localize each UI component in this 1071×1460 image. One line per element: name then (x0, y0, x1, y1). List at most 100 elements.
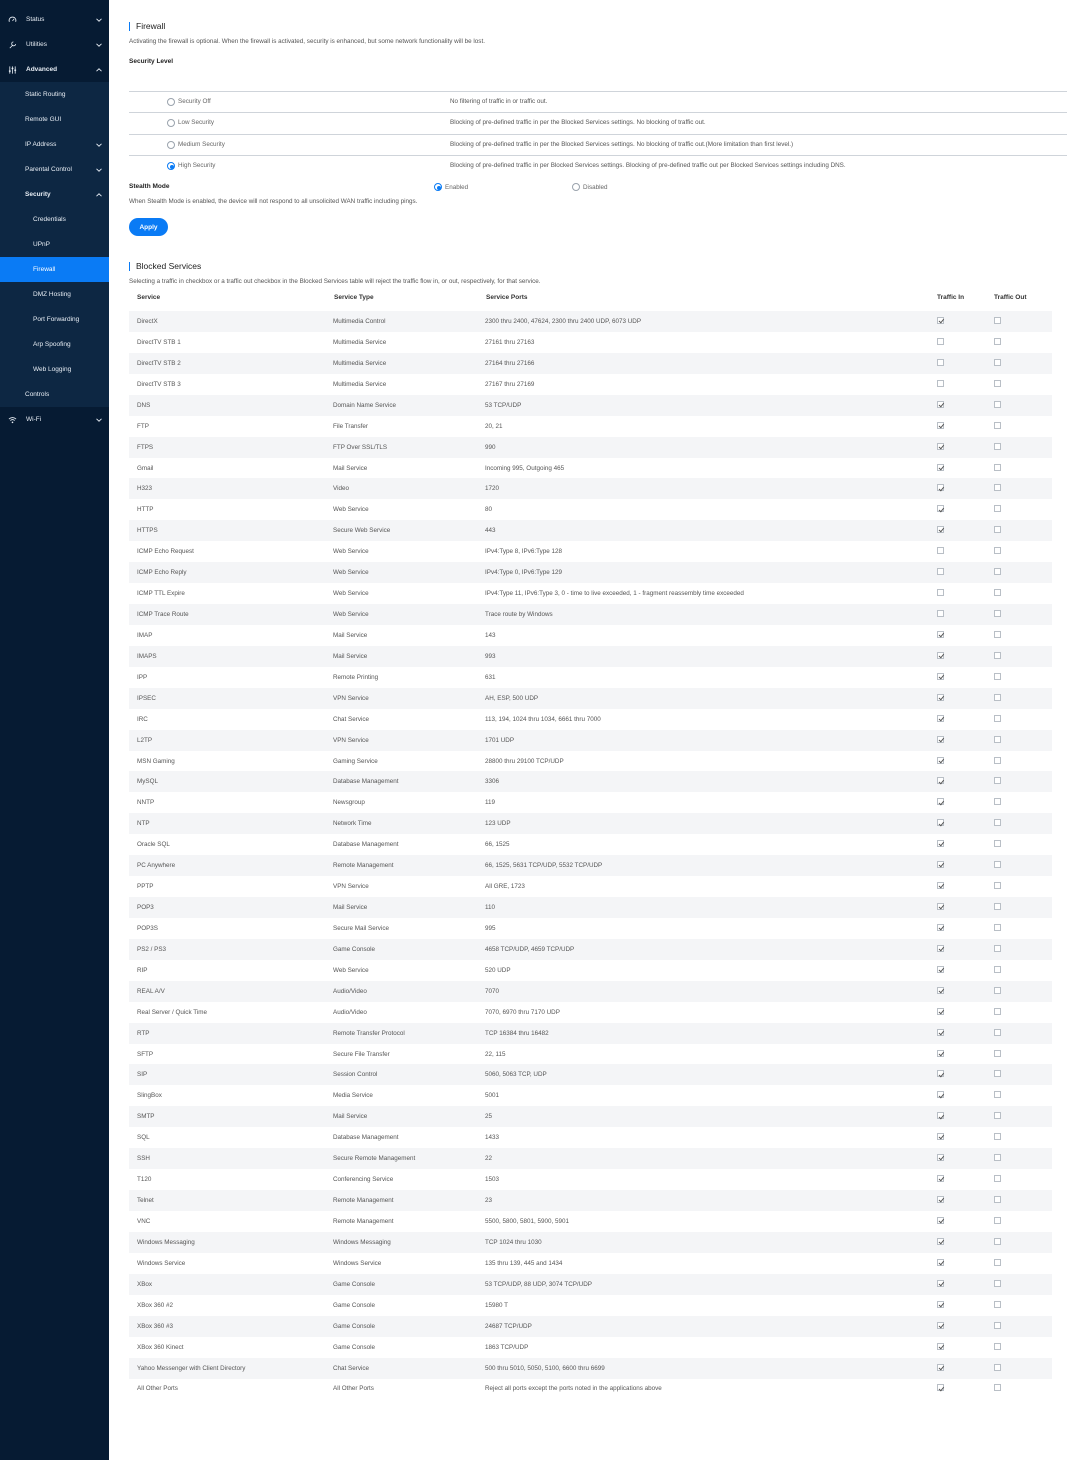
traffic-in-checkbox[interactable] (937, 1216, 944, 1224)
traffic-out-checkbox[interactable] (994, 1258, 1001, 1266)
traffic-out-checkbox[interactable] (994, 1133, 1001, 1141)
traffic-out-checkbox[interactable] (994, 589, 1001, 597)
traffic-out-checkbox[interactable] (994, 1007, 1001, 1015)
traffic-in-checkbox[interactable] (937, 756, 944, 764)
security-level-low-row[interactable]: Low Security Blocking of pre-defined tra… (129, 112, 1067, 133)
traffic-in-checkbox[interactable] (937, 1028, 944, 1036)
traffic-in-checkbox[interactable] (937, 1091, 944, 1099)
sidebar-item-upnp[interactable]: UPnP (0, 232, 109, 257)
high-security-radio[interactable] (167, 162, 175, 170)
traffic-out-checkbox[interactable] (994, 568, 1001, 576)
sidebar-item-arp-spoofing[interactable]: Arp Spoofing (0, 332, 109, 357)
traffic-in-checkbox[interactable] (937, 421, 944, 429)
security-level-off-row[interactable]: Security Off No filtering of traffic in … (129, 91, 1067, 112)
sidebar-item-controls[interactable]: Controls (0, 382, 109, 407)
traffic-in-checkbox[interactable] (937, 672, 944, 680)
traffic-in-checkbox[interactable] (937, 358, 944, 366)
traffic-out-checkbox[interactable] (994, 840, 1001, 848)
traffic-in-checkbox[interactable] (937, 400, 944, 408)
sidebar-item-status[interactable]: Status (0, 7, 109, 32)
traffic-in-checkbox[interactable] (937, 589, 944, 597)
security-off-radio[interactable] (167, 98, 175, 106)
traffic-out-checkbox[interactable] (994, 777, 1001, 785)
traffic-in-checkbox[interactable] (937, 1258, 944, 1266)
low-security-radio[interactable] (167, 119, 175, 127)
traffic-out-checkbox[interactable] (994, 1237, 1001, 1245)
traffic-out-checkbox[interactable] (994, 421, 1001, 429)
traffic-out-checkbox[interactable] (994, 965, 1001, 973)
traffic-out-checkbox[interactable] (994, 400, 1001, 408)
traffic-in-checkbox[interactable] (937, 965, 944, 973)
traffic-in-checkbox[interactable] (937, 651, 944, 659)
traffic-in-checkbox[interactable] (937, 1070, 944, 1078)
sidebar-item-ip-address[interactable]: IP Address (0, 132, 109, 157)
sidebar-item-static-routing[interactable]: Static Routing (0, 82, 109, 107)
traffic-out-checkbox[interactable] (994, 1384, 1001, 1392)
traffic-out-checkbox[interactable] (994, 630, 1001, 638)
security-level-high-row[interactable]: High Security Blocking of pre-defined tr… (129, 155, 1067, 176)
sidebar-item-port-forwarding[interactable]: Port Forwarding (0, 307, 109, 332)
sidebar-item-dmz-hosting[interactable]: DMZ Hosting (0, 282, 109, 307)
traffic-in-checkbox[interactable] (937, 1049, 944, 1057)
traffic-in-checkbox[interactable] (937, 568, 944, 576)
traffic-in-checkbox[interactable] (937, 442, 944, 450)
traffic-in-checkbox[interactable] (937, 547, 944, 555)
traffic-in-checkbox[interactable] (937, 1133, 944, 1141)
traffic-out-checkbox[interactable] (994, 442, 1001, 450)
traffic-in-checkbox[interactable] (937, 714, 944, 722)
traffic-out-checkbox[interactable] (994, 1091, 1001, 1099)
traffic-out-checkbox[interactable] (994, 944, 1001, 952)
traffic-out-checkbox[interactable] (994, 798, 1001, 806)
sidebar-item-remote-gui[interactable]: Remote GUI (0, 107, 109, 132)
stealth-disabled-radio[interactable] (572, 183, 580, 191)
traffic-out-checkbox[interactable] (994, 1300, 1001, 1308)
traffic-in-checkbox[interactable] (937, 505, 944, 513)
sidebar-item-advanced[interactable]: Advanced (0, 57, 109, 82)
traffic-out-checkbox[interactable] (994, 735, 1001, 743)
traffic-in-checkbox[interactable] (937, 1342, 944, 1350)
traffic-in-checkbox[interactable] (937, 819, 944, 827)
traffic-in-checkbox[interactable] (937, 1300, 944, 1308)
traffic-out-checkbox[interactable] (994, 463, 1001, 471)
traffic-out-checkbox[interactable] (994, 1028, 1001, 1036)
traffic-in-checkbox[interactable] (937, 1279, 944, 1287)
traffic-out-checkbox[interactable] (994, 1363, 1001, 1371)
traffic-out-checkbox[interactable] (994, 693, 1001, 701)
traffic-in-checkbox[interactable] (937, 630, 944, 638)
sidebar-item-credentials[interactable]: Credentials (0, 207, 109, 232)
traffic-in-checkbox[interactable] (937, 777, 944, 785)
traffic-out-checkbox[interactable] (994, 1342, 1001, 1350)
apply-button[interactable]: Apply (129, 218, 168, 236)
traffic-out-checkbox[interactable] (994, 1279, 1001, 1287)
traffic-in-checkbox[interactable] (937, 986, 944, 994)
sidebar-item-utilities[interactable]: Utilities (0, 32, 109, 57)
traffic-out-checkbox[interactable] (994, 672, 1001, 680)
traffic-in-checkbox[interactable] (937, 693, 944, 701)
stealth-enabled-radio[interactable] (434, 183, 442, 191)
traffic-in-checkbox[interactable] (937, 1196, 944, 1204)
traffic-in-checkbox[interactable] (937, 526, 944, 534)
traffic-in-checkbox[interactable] (937, 861, 944, 869)
sidebar-item-wifi[interactable]: Wi-Fi (0, 407, 109, 432)
traffic-in-checkbox[interactable] (937, 735, 944, 743)
traffic-in-checkbox[interactable] (937, 610, 944, 618)
traffic-out-checkbox[interactable] (994, 756, 1001, 764)
security-level-medium-row[interactable]: Medium Security Blocking of pre-defined … (129, 134, 1067, 155)
traffic-out-checkbox[interactable] (994, 317, 1001, 324)
traffic-in-checkbox[interactable] (937, 1384, 944, 1392)
traffic-in-checkbox[interactable] (937, 944, 944, 952)
traffic-out-checkbox[interactable] (994, 1112, 1001, 1120)
traffic-out-checkbox[interactable] (994, 1154, 1001, 1162)
traffic-in-checkbox[interactable] (937, 1175, 944, 1183)
traffic-out-checkbox[interactable] (994, 1216, 1001, 1224)
traffic-in-checkbox[interactable] (937, 1007, 944, 1015)
traffic-out-checkbox[interactable] (994, 903, 1001, 911)
traffic-in-checkbox[interactable] (937, 903, 944, 911)
traffic-in-checkbox[interactable] (937, 337, 944, 345)
traffic-in-checkbox[interactable] (937, 923, 944, 931)
traffic-out-checkbox[interactable] (994, 1070, 1001, 1078)
traffic-out-checkbox[interactable] (994, 1196, 1001, 1204)
traffic-in-checkbox[interactable] (937, 1154, 944, 1162)
traffic-in-checkbox[interactable] (937, 798, 944, 806)
traffic-out-checkbox[interactable] (994, 986, 1001, 994)
